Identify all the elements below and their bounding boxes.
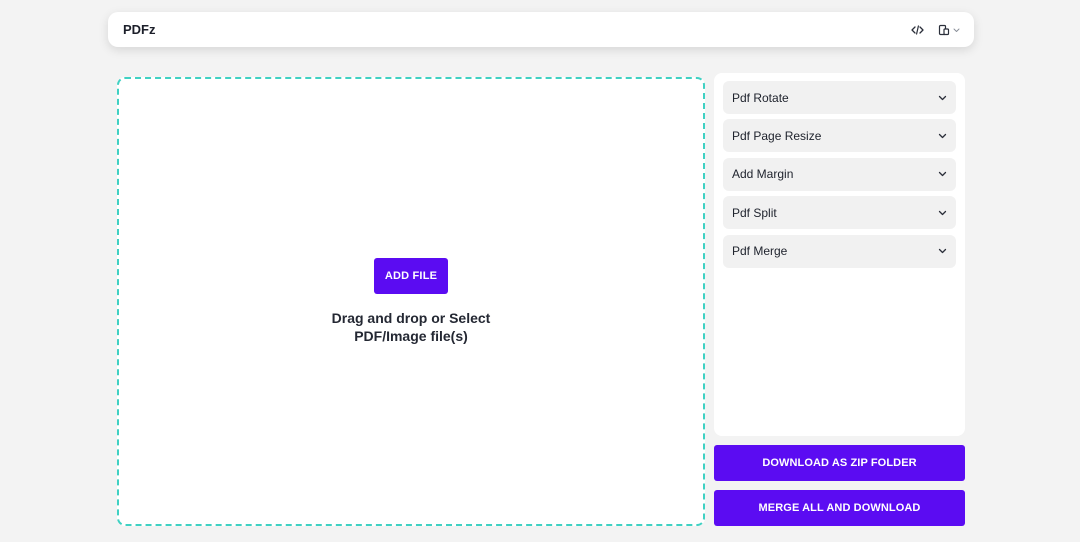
- file-dropzone[interactable]: ADD FILE Drag and drop or Select PDF/Ima…: [117, 77, 705, 526]
- tool-item-label: Pdf Page Resize: [732, 128, 822, 143]
- tool-item-pdf-rotate[interactable]: Pdf Rotate: [723, 81, 956, 114]
- merge-download-button[interactable]: MERGE ALL AND DOWNLOAD: [714, 490, 965, 526]
- chevron-down-icon: [938, 172, 947, 177]
- tool-item-pdf-merge[interactable]: Pdf Merge: [723, 234, 956, 268]
- header-actions: [911, 24, 960, 36]
- theme-icon: [938, 24, 950, 35]
- tool-item-add-margin[interactable]: Add Margin: [723, 157, 956, 191]
- code-icon: [911, 24, 924, 35]
- chevron-down-icon: [953, 28, 960, 32]
- tool-item-label: Pdf Rotate: [732, 90, 789, 105]
- tool-item-label: Pdf Merge: [732, 244, 788, 259]
- tool-item-pdf-split[interactable]: Pdf Split: [723, 196, 956, 230]
- chevron-down-icon: [938, 248, 947, 254]
- top-bar: PDFz: [108, 12, 974, 47]
- tools-panel: Pdf Rotate Pdf Page Resize Add Margin Pd…: [714, 73, 965, 436]
- chevron-down-icon: [938, 210, 947, 215]
- tool-item-pdf-page-resize[interactable]: Pdf Page Resize: [723, 119, 956, 153]
- chevron-down-icon: [938, 133, 947, 139]
- add-file-button[interactable]: ADD FILE: [374, 258, 448, 294]
- dropzone-instruction-line-2: PDF/Image file(s): [354, 328, 468, 344]
- app-title[interactable]: PDFz: [123, 22, 156, 37]
- theme-selector-button[interactable]: [938, 24, 960, 36]
- dropzone-instruction-line-1: Drag and drop or Select: [331, 310, 491, 326]
- dropzone-instructions: Drag and drop or Select PDF/Image file(s…: [321, 309, 501, 345]
- tool-item-label: Add Margin: [732, 167, 794, 182]
- tool-item-label: Pdf Split: [732, 205, 777, 220]
- chevron-down-icon: [938, 95, 947, 100]
- download-zip-button[interactable]: DOWNLOAD AS ZIP FOLDER: [714, 445, 965, 481]
- source-code-button[interactable]: [911, 24, 924, 36]
